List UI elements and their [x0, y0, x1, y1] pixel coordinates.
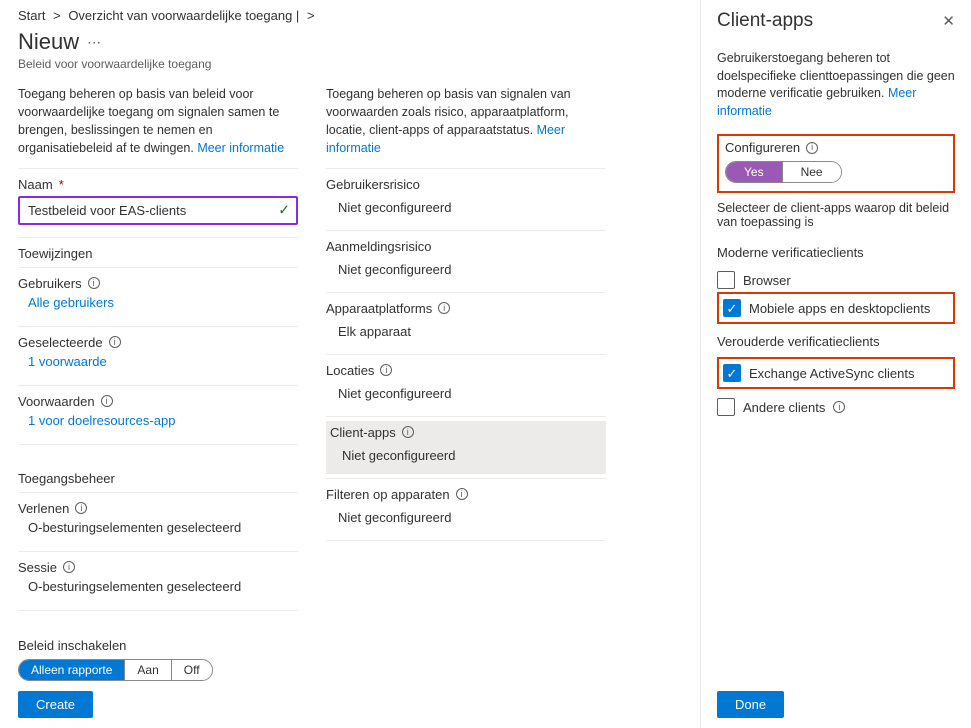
checkbox-browser-label: Browser [743, 273, 791, 288]
info-icon[interactable]: i [402, 426, 414, 438]
name-input[interactable] [18, 196, 298, 225]
toggle-report-only[interactable]: Alleen rapporte [19, 660, 124, 680]
breadcrumb[interactable]: Start > Overzicht van voorwaardelijke to… [18, 8, 682, 23]
toggle-yes[interactable]: Yes [726, 162, 782, 182]
condition-device-filter[interactable]: Filteren op apparateni Niet geconfiguree… [326, 483, 606, 536]
page-title: Nieuw [18, 29, 79, 55]
left-description: Toegang beheren op basis van beleid voor… [18, 85, 298, 158]
grant-value[interactable]: O-besturingselementen geselecteerd [18, 518, 298, 543]
create-button[interactable]: Create [18, 691, 93, 718]
info-icon[interactable]: i [438, 302, 450, 314]
condition-signin-risk[interactable]: Aanmeldingsrisico Niet geconfigureerd [326, 235, 606, 288]
access-heading: Toegangsbeheer [18, 471, 298, 486]
checkbox-browser[interactable] [717, 271, 735, 289]
page-subtitle: Beleid voor voorwaardelijke toegang [18, 57, 682, 71]
users-label[interactable]: Gebruikersi [18, 276, 298, 291]
checkbox-other[interactable] [717, 398, 735, 416]
checkbox-eas-label: Exchange ActiveSync clients [749, 366, 914, 381]
enable-policy-toggle[interactable]: Alleen rapporte Aan Off [18, 659, 213, 681]
condition-device-platforms[interactable]: Apparaatplatformsi Elk apparaat [326, 297, 606, 350]
info-icon[interactable]: i [456, 488, 468, 500]
checkbox-other-label: Andere clients [743, 400, 825, 415]
close-icon[interactable]: ✕ [942, 12, 955, 30]
condition-user-risk[interactable]: Gebruikersrisico Niet geconfigureerd [326, 173, 606, 226]
breadcrumb-overview[interactable]: Overzicht van voorwaardelijke toegang | [68, 8, 299, 23]
checkbox-other-row[interactable]: Andere clients i [717, 395, 955, 419]
selected-label[interactable]: Geselecteerdei [18, 335, 298, 350]
conditions-description: Toegang beheren op basis van signalen va… [326, 85, 606, 158]
toggle-off[interactable]: Off [171, 660, 212, 680]
more-actions-icon[interactable]: ⋯ [87, 34, 101, 51]
highlight-configure: Configurereni Yes Nee [717, 134, 955, 193]
panel-select-text: Selecteer de client-apps waarop dit bele… [717, 201, 955, 229]
toggle-no[interactable]: Nee [782, 162, 841, 182]
group-modern-label: Moderne verificatieclients [717, 245, 955, 260]
toggle-on[interactable]: Aan [124, 660, 170, 680]
configure-toggle[interactable]: Yes Nee [725, 161, 842, 183]
info-icon[interactable]: i [101, 395, 113, 407]
breadcrumb-home[interactable]: Start [18, 8, 45, 23]
name-label: Naam* [18, 177, 298, 192]
conditions-value[interactable]: 1 voor doelresources-app [18, 411, 298, 436]
condition-locations[interactable]: Locatiesi Niet geconfigureerd [326, 359, 606, 412]
info-icon[interactable]: i [109, 336, 121, 348]
session-label[interactable]: Sessiei [18, 560, 298, 575]
info-icon[interactable]: i [75, 502, 87, 514]
configure-label: Configurereni [725, 140, 947, 155]
info-icon[interactable]: i [833, 401, 845, 413]
grant-label[interactable]: Verleneni [18, 501, 298, 516]
checkbox-browser-row[interactable]: Browser [717, 268, 955, 292]
enable-policy-label: Beleid inschakelen [18, 638, 682, 653]
highlight-eas: Exchange ActiveSync clients [717, 357, 955, 389]
checkbox-eas-row[interactable]: Exchange ActiveSync clients [723, 361, 949, 385]
breadcrumb-sep: > [307, 8, 315, 23]
breadcrumb-sep: > [53, 8, 61, 23]
conditions-label[interactable]: Voorwaardeni [18, 394, 298, 409]
checkmark-icon: ✓ [278, 202, 290, 219]
assignments-heading: Toewijzingen [18, 246, 298, 261]
info-icon[interactable]: i [88, 277, 100, 289]
info-icon[interactable]: i [806, 142, 818, 154]
checkbox-mobile-row[interactable]: Mobiele apps en desktopclients [723, 296, 949, 320]
selected-value[interactable]: 1 voorwaarde [18, 352, 298, 377]
info-icon[interactable]: i [63, 561, 75, 573]
info-icon[interactable]: i [380, 364, 392, 376]
panel-description: Gebruikerstoegang beheren tot doelspecif… [717, 50, 955, 120]
session-value[interactable]: O-besturingselementen geselecteerd [18, 577, 298, 602]
more-info-link[interactable]: Meer informatie [197, 141, 284, 155]
checkbox-mobile-label: Mobiele apps en desktopclients [749, 301, 930, 316]
condition-client-apps[interactable]: Client-appsi Niet geconfigureerd [326, 421, 606, 474]
highlight-mobile: Mobiele apps en desktopclients [717, 292, 955, 324]
group-legacy-label: Verouderde verificatieclients [717, 334, 955, 349]
done-button[interactable]: Done [717, 691, 784, 718]
checkbox-eas[interactable] [723, 364, 741, 382]
checkbox-mobile[interactable] [723, 299, 741, 317]
users-value[interactable]: Alle gebruikers [18, 293, 298, 318]
panel-title: Client-apps [717, 10, 813, 32]
